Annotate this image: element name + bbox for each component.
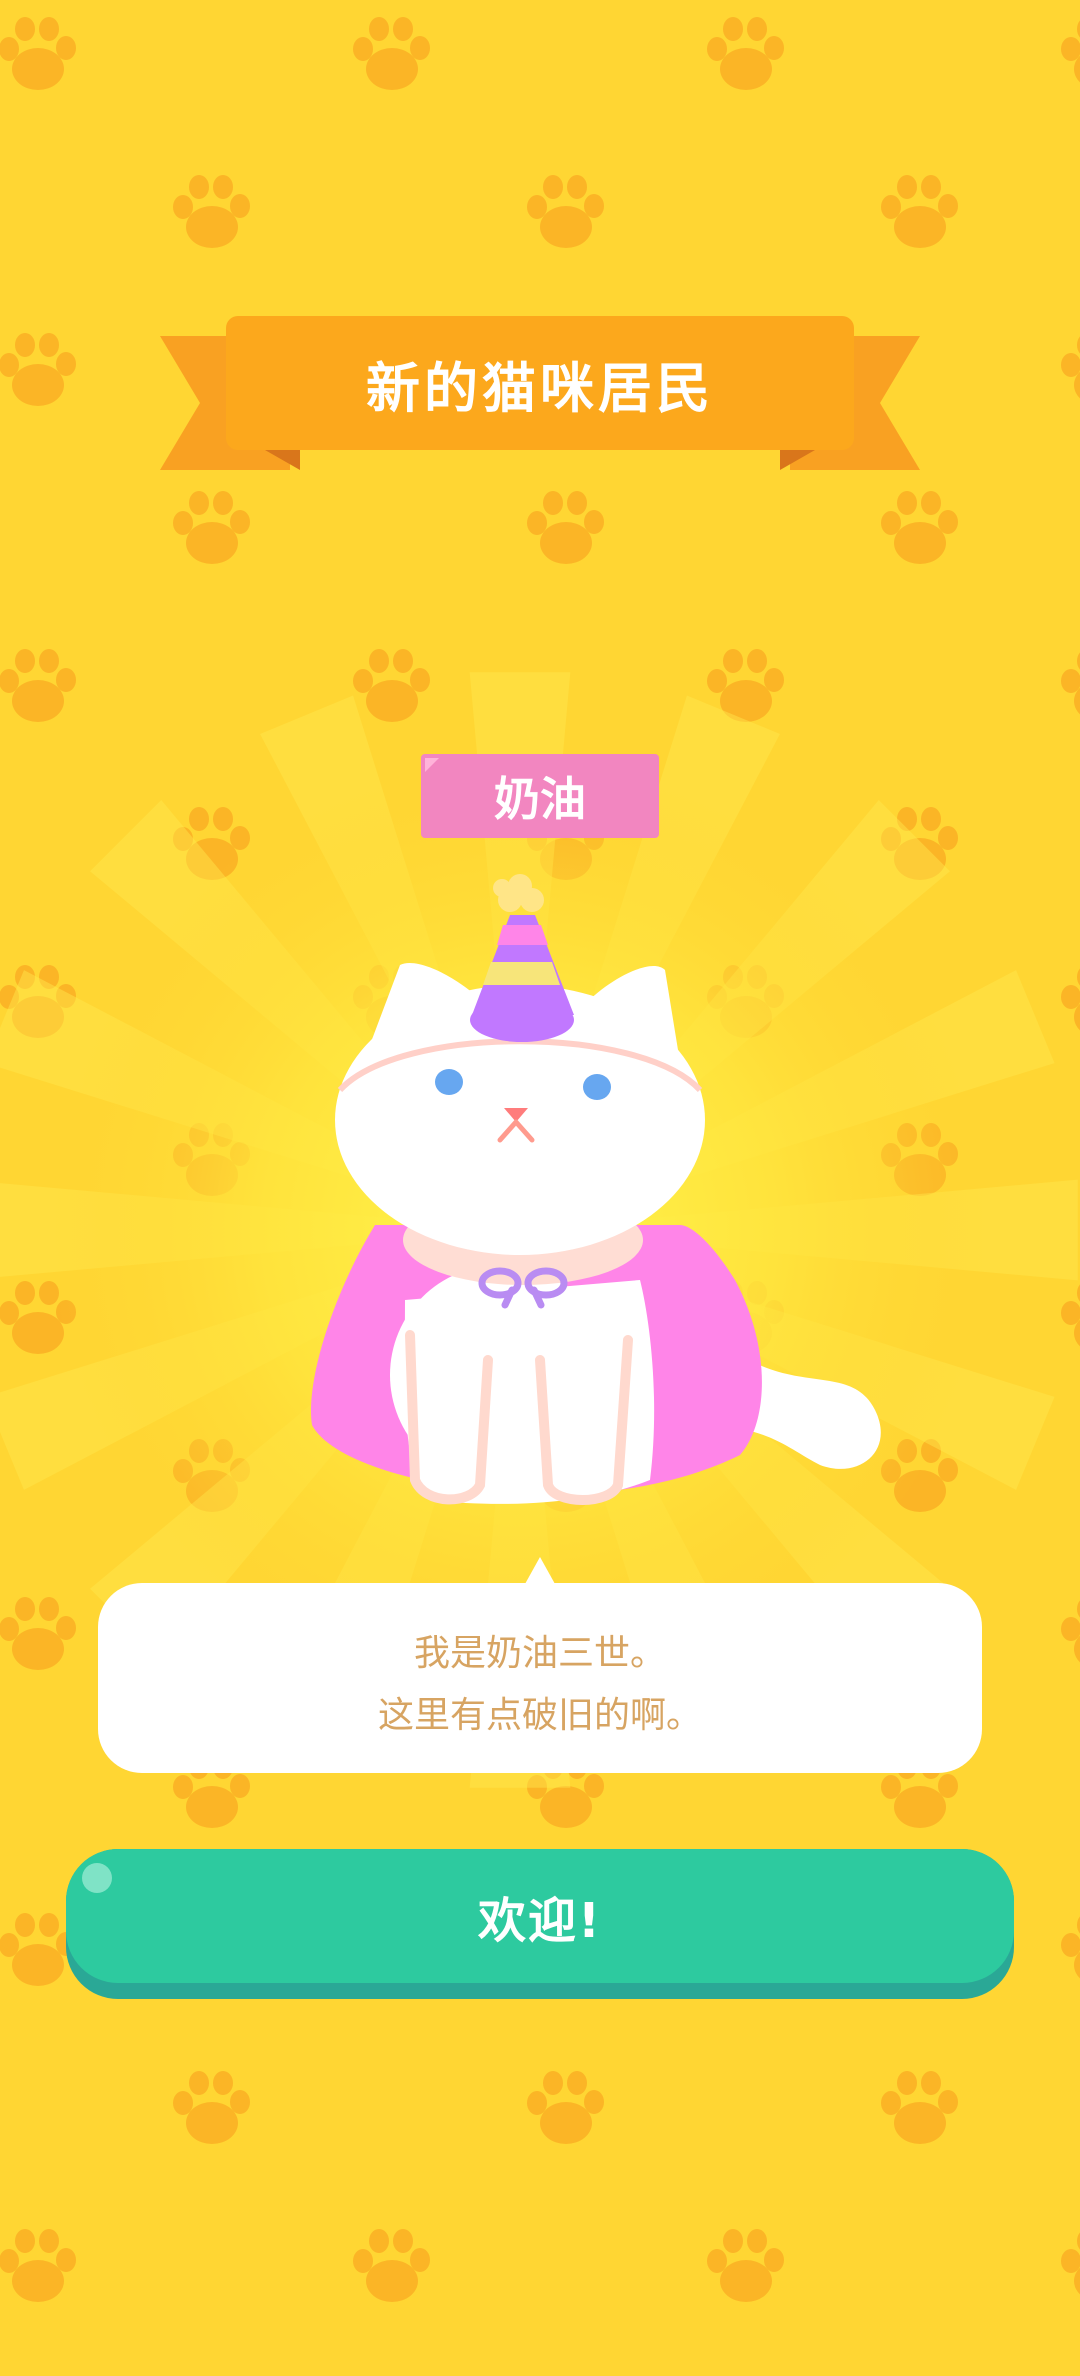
button-shine: [82, 1863, 112, 1893]
welcome-button-face[interactable]: 欢迎!: [66, 1849, 1014, 1983]
speech-bubble: 我是奶油三世。 这里有点破旧的啊。: [98, 1583, 982, 1773]
welcome-button-label[interactable]: 欢迎!: [478, 1881, 602, 1951]
dialog-text: 我是奶油三世。 这里有点破旧的啊。: [98, 1623, 982, 1747]
cat-eye-left: [435, 1069, 463, 1095]
cat-illustration: [310, 874, 881, 1505]
dialog-line: 我是奶油三世。: [413, 1633, 666, 1674]
party-hat-icon: [470, 874, 574, 1042]
cat-eye-right: [583, 1074, 611, 1100]
dialog-line: 这里有点破旧的啊。: [377, 1695, 702, 1736]
welcome-button[interactable]: 欢迎!: [66, 1849, 1014, 1999]
